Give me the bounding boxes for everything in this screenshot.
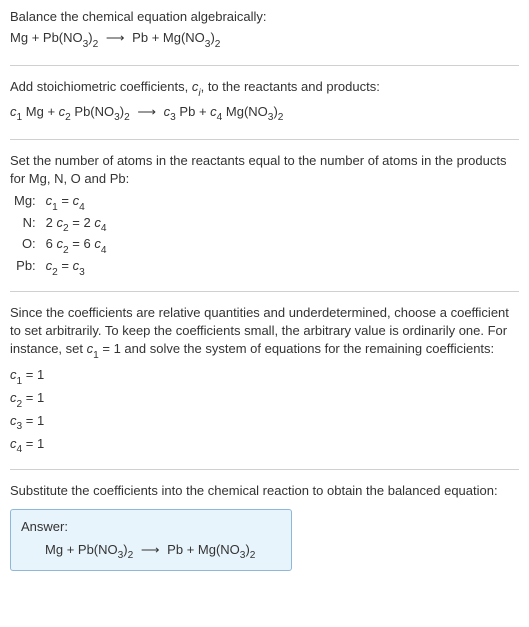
element-label: Mg: — [10, 192, 42, 214]
table-row: N: 2 c2 = 2 c4 — [10, 214, 110, 236]
atom-equations-table: Mg: c1 = c4 N: 2 c2 = 2 c4 O: 6 c2 = 6 c… — [10, 192, 110, 279]
coefficient-equation: c1 Mg + c2 Pb(NO3)2 ⟶ c3 Pb + c4 Mg(NO3)… — [10, 103, 519, 125]
plus-sign: + — [47, 104, 55, 119]
equation-cell: c1 = c4 — [42, 192, 111, 214]
reactant-pbno3: Pb(NO3)2 — [43, 30, 98, 45]
section-balance-intro: Balance the chemical equation algebraica… — [10, 8, 519, 66]
equation-cell: 6 c2 = 6 c4 — [42, 235, 111, 257]
product-mgno3: Mg(NO3)2 — [163, 30, 221, 45]
solution-line: c4 = 1 — [10, 435, 519, 457]
section-solve: Since the coefficients are relative quan… — [10, 304, 519, 470]
plus-sign: + — [152, 30, 160, 45]
arrow-icon: ⟶ — [133, 103, 160, 121]
instruction-text: Balance the chemical equation algebraica… — [10, 8, 519, 26]
unbalanced-equation: Mg + Pb(NO3)2 ⟶ Pb + Mg(NO3)2 — [10, 29, 519, 51]
plus-sign: + — [67, 542, 75, 557]
reactant-pbno3: Pb(NO3)2 — [78, 542, 133, 557]
product-pb: Pb — [167, 542, 183, 557]
plus-sign: + — [187, 542, 195, 557]
arrow-icon: ⟶ — [102, 29, 129, 47]
plus-sign: + — [199, 104, 207, 119]
table-row: Pb: c2 = c3 — [10, 257, 110, 279]
balanced-equation: Mg + Pb(NO3)2 ⟶ Pb + Mg(NO3)2 — [21, 541, 281, 563]
element-label: Pb: — [10, 257, 42, 279]
element-label: N: — [10, 214, 42, 236]
instruction-text: Set the number of atoms in the reactants… — [10, 152, 519, 188]
equation-cell: 2 c2 = 2 c4 — [42, 214, 111, 236]
coefficient-solutions: c1 = 1 c2 = 1 c3 = 1 c4 = 1 — [10, 366, 519, 456]
table-row: Mg: c1 = c4 — [10, 192, 110, 214]
instruction-text: Since the coefficients are relative quan… — [10, 304, 519, 362]
solution-line: c1 = 1 — [10, 366, 519, 388]
product-pb: Pb — [132, 30, 148, 45]
arrow-icon: ⟶ — [137, 541, 164, 559]
section-atom-balance: Set the number of atoms in the reactants… — [10, 152, 519, 293]
instruction-text: Substitute the coefficients into the che… — [10, 482, 519, 500]
answer-label: Answer: — [21, 518, 281, 536]
product-mgno3: Mg(NO3)2 — [198, 542, 256, 557]
equation-cell: c2 = c3 — [42, 257, 111, 279]
solution-line: c2 = 1 — [10, 389, 519, 411]
section-answer: Substitute the coefficients into the che… — [10, 482, 519, 571]
plus-sign: + — [32, 30, 40, 45]
element-label: O: — [10, 235, 42, 257]
answer-box: Answer: Mg + Pb(NO3)2 ⟶ Pb + Mg(NO3)2 — [10, 509, 292, 572]
instruction-text: Add stoichiometric coefficients, ci, to … — [10, 78, 519, 100]
table-row: O: 6 c2 = 6 c4 — [10, 235, 110, 257]
reactant-mg: Mg — [45, 542, 63, 557]
reactant-mg: Mg — [10, 30, 28, 45]
solution-line: c3 = 1 — [10, 412, 519, 434]
section-add-coefficients: Add stoichiometric coefficients, ci, to … — [10, 78, 519, 140]
